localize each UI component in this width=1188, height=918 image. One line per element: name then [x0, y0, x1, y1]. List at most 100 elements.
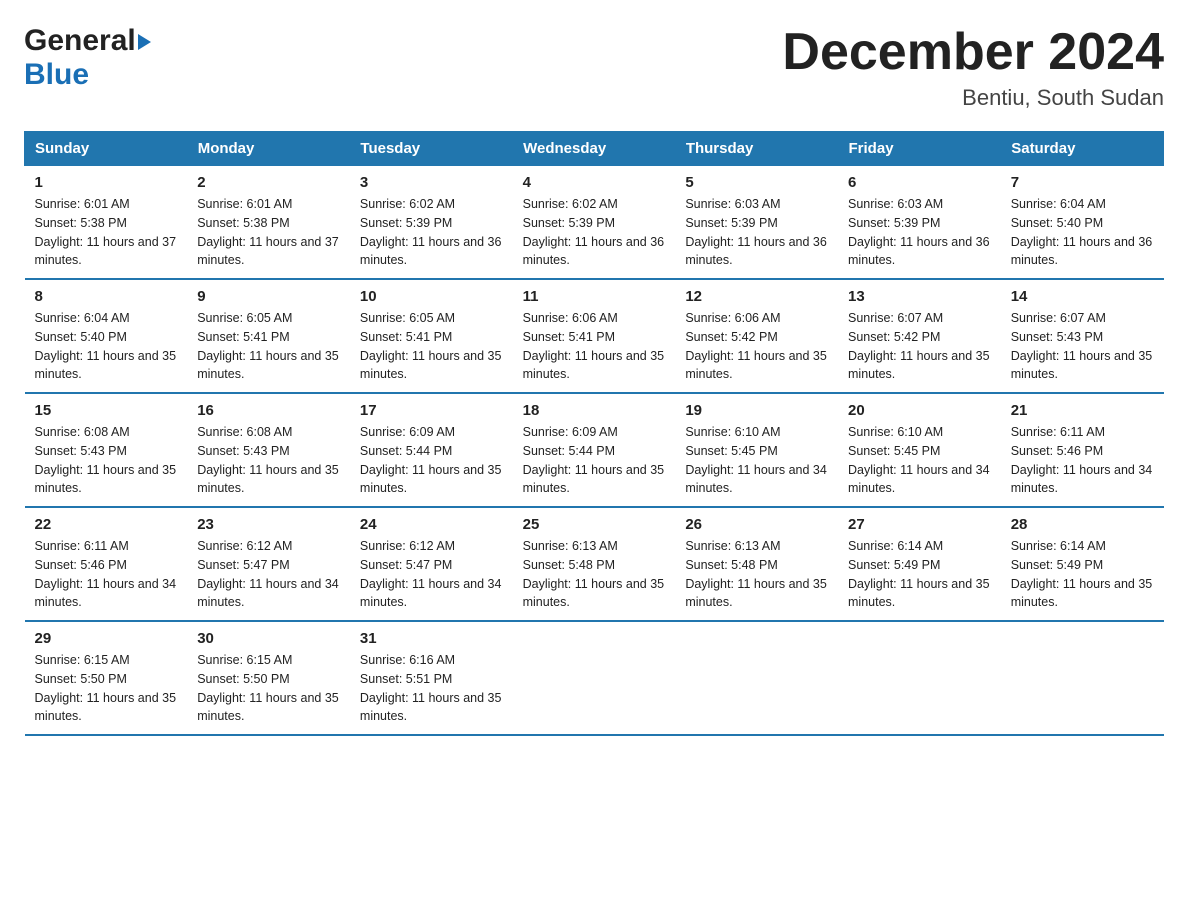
day-info: Sunrise: 6:16 AMSunset: 5:51 PMDaylight:… [360, 651, 503, 726]
day-info: Sunrise: 6:05 AMSunset: 5:41 PMDaylight:… [360, 309, 503, 384]
day-cell: 31 Sunrise: 6:16 AMSunset: 5:51 PMDayligh… [350, 621, 513, 735]
day-number: 24 [360, 516, 503, 533]
day-info: Sunrise: 6:02 AMSunset: 5:39 PMDaylight:… [360, 195, 503, 270]
day-info: Sunrise: 6:14 AMSunset: 5:49 PMDaylight:… [848, 537, 991, 612]
logo-triangle-icon [138, 34, 151, 50]
day-cell: 13 Sunrise: 6:07 AMSunset: 5:42 PMDayligh… [838, 279, 1001, 393]
day-info: Sunrise: 6:05 AMSunset: 5:41 PMDaylight:… [197, 309, 340, 384]
day-info: Sunrise: 6:12 AMSunset: 5:47 PMDaylight:… [360, 537, 503, 612]
location: Bentiu, South Sudan [782, 85, 1164, 111]
day-cell: 27Sunrise: 6:14 AMSunset: 5:49 PMDayligh… [838, 507, 1001, 621]
day-number: 11 [523, 288, 666, 305]
day-info: Sunrise: 6:10 AMSunset: 5:45 PMDaylight:… [848, 423, 991, 498]
day-cell: 11 Sunrise: 6:06 AMSunset: 5:41 PMDayligh… [513, 279, 676, 393]
day-cell [1001, 621, 1164, 735]
day-cell: 16 Sunrise: 6:08 AMSunset: 5:43 PMDayligh… [187, 393, 350, 507]
day-info: Sunrise: 6:15 AMSunset: 5:50 PMDaylight:… [35, 651, 178, 726]
day-cell: 22 Sunrise: 6:11 AMSunset: 5:46 PMDayligh… [25, 507, 188, 621]
week-row-5: 29Sunrise: 6:15 AMSunset: 5:50 PMDayligh… [25, 621, 1164, 735]
day-info: Sunrise: 6:12 AMSunset: 5:47 PMDaylight:… [197, 537, 340, 612]
week-row-3: 15 Sunrise: 6:08 AMSunset: 5:43 PMDayligh… [25, 393, 1164, 507]
header-monday: Monday [187, 132, 350, 166]
day-number: 13 [848, 288, 991, 305]
day-cell: 19Sunrise: 6:10 AMSunset: 5:45 PMDayligh… [675, 393, 838, 507]
day-number: 2 [197, 174, 340, 191]
logo-blue-text: Blue [24, 58, 89, 91]
day-cell: 9 Sunrise: 6:05 AMSunset: 5:41 PMDaylight… [187, 279, 350, 393]
day-cell: 26Sunrise: 6:13 AMSunset: 5:48 PMDayligh… [675, 507, 838, 621]
logo: General Blue [24, 24, 151, 92]
day-number: 6 [848, 174, 991, 191]
day-number: 21 [1011, 402, 1154, 419]
header-row: SundayMondayTuesdayWednesdayThursdayFrid… [25, 132, 1164, 166]
day-info: Sunrise: 6:03 AMSunset: 5:39 PMDaylight:… [685, 195, 828, 270]
day-info: Sunrise: 6:07 AMSunset: 5:43 PMDaylight:… [1011, 309, 1154, 384]
day-info: Sunrise: 6:13 AMSunset: 5:48 PMDaylight:… [523, 537, 666, 612]
day-cell: 24 Sunrise: 6:12 AMSunset: 5:47 PMDayligh… [350, 507, 513, 621]
day-number: 18 [523, 402, 666, 419]
day-number: 15 [35, 402, 178, 419]
day-number: 17 [360, 402, 503, 419]
day-number: 4 [523, 174, 666, 191]
day-number: 8 [35, 288, 178, 305]
week-row-1: 1 Sunrise: 6:01 AMSunset: 5:38 PMDaylight… [25, 166, 1164, 280]
day-info: Sunrise: 6:08 AMSunset: 5:43 PMDaylight:… [35, 423, 178, 498]
day-cell: 2Sunrise: 6:01 AMSunset: 5:38 PMDaylight… [187, 166, 350, 280]
day-number: 5 [685, 174, 828, 191]
week-row-4: 22 Sunrise: 6:11 AMSunset: 5:46 PMDayligh… [25, 507, 1164, 621]
day-info: Sunrise: 6:03 AMSunset: 5:39 PMDaylight:… [848, 195, 991, 270]
header-sunday: Sunday [25, 132, 188, 166]
day-info: Sunrise: 6:02 AMSunset: 5:39 PMDaylight:… [523, 195, 666, 270]
day-cell: 25Sunrise: 6:13 AMSunset: 5:48 PMDayligh… [513, 507, 676, 621]
day-info: Sunrise: 6:06 AMSunset: 5:41 PMDaylight:… [523, 309, 666, 384]
day-info: Sunrise: 6:15 AMSunset: 5:50 PMDaylight:… [197, 651, 340, 726]
day-cell: 15 Sunrise: 6:08 AMSunset: 5:43 PMDayligh… [25, 393, 188, 507]
day-info: Sunrise: 6:13 AMSunset: 5:48 PMDaylight:… [685, 537, 828, 612]
day-number: 10 [360, 288, 503, 305]
day-cell: 21 Sunrise: 6:11 AMSunset: 5:46 PMDayligh… [1001, 393, 1164, 507]
day-cell: 17 Sunrise: 6:09 AMSunset: 5:44 PMDayligh… [350, 393, 513, 507]
day-cell [675, 621, 838, 735]
header-wednesday: Wednesday [513, 132, 676, 166]
day-number: 12 [685, 288, 828, 305]
day-info: Sunrise: 6:09 AMSunset: 5:44 PMDaylight:… [360, 423, 503, 498]
day-number: 31 [360, 630, 503, 647]
day-cell: 29Sunrise: 6:15 AMSunset: 5:50 PMDayligh… [25, 621, 188, 735]
title-block: December 2024 Bentiu, South Sudan [782, 24, 1164, 111]
day-info: Sunrise: 6:06 AMSunset: 5:42 PMDaylight:… [685, 309, 828, 384]
day-cell: 8Sunrise: 6:04 AMSunset: 5:40 PMDaylight… [25, 279, 188, 393]
day-number: 30 [197, 630, 340, 647]
day-number: 7 [1011, 174, 1154, 191]
day-cell: 12 Sunrise: 6:06 AMSunset: 5:42 PMDayligh… [675, 279, 838, 393]
header-tuesday: Tuesday [350, 132, 513, 166]
day-cell: 3 Sunrise: 6:02 AMSunset: 5:39 PMDaylight… [350, 166, 513, 280]
day-number: 28 [1011, 516, 1154, 533]
day-cell: 14 Sunrise: 6:07 AMSunset: 5:43 PMDayligh… [1001, 279, 1164, 393]
page-header: General Blue December 2024 Bentiu, South… [24, 24, 1164, 111]
day-number: 3 [360, 174, 503, 191]
day-number: 9 [197, 288, 340, 305]
day-info: Sunrise: 6:14 AMSunset: 5:49 PMDaylight:… [1011, 537, 1154, 612]
day-cell: 4 Sunrise: 6:02 AMSunset: 5:39 PMDaylight… [513, 166, 676, 280]
day-number: 22 [35, 516, 178, 533]
day-cell: 1 Sunrise: 6:01 AMSunset: 5:38 PMDaylight… [25, 166, 188, 280]
week-row-2: 8Sunrise: 6:04 AMSunset: 5:40 PMDaylight… [25, 279, 1164, 393]
day-number: 20 [848, 402, 991, 419]
day-cell: 20 Sunrise: 6:10 AMSunset: 5:45 PMDayligh… [838, 393, 1001, 507]
day-cell: 5 Sunrise: 6:03 AMSunset: 5:39 PMDaylight… [675, 166, 838, 280]
day-info: Sunrise: 6:11 AMSunset: 5:46 PMDaylight:… [1011, 423, 1154, 498]
day-info: Sunrise: 6:11 AMSunset: 5:46 PMDaylight:… [35, 537, 178, 612]
day-info: Sunrise: 6:07 AMSunset: 5:42 PMDaylight:… [848, 309, 991, 384]
day-number: 23 [197, 516, 340, 533]
day-info: Sunrise: 6:01 AMSunset: 5:38 PMDaylight:… [35, 195, 178, 270]
day-number: 1 [35, 174, 178, 191]
day-cell: 23 Sunrise: 6:12 AMSunset: 5:47 PMDayligh… [187, 507, 350, 621]
calendar-table: SundayMondayTuesdayWednesdayThursdayFrid… [24, 131, 1164, 736]
day-cell: 10 Sunrise: 6:05 AMSunset: 5:41 PMDayligh… [350, 279, 513, 393]
day-cell: 18Sunrise: 6:09 AMSunset: 5:44 PMDayligh… [513, 393, 676, 507]
day-info: Sunrise: 6:08 AMSunset: 5:43 PMDaylight:… [197, 423, 340, 498]
day-number: 14 [1011, 288, 1154, 305]
header-saturday: Saturday [1001, 132, 1164, 166]
day-number: 16 [197, 402, 340, 419]
month-title: December 2024 [782, 24, 1164, 81]
